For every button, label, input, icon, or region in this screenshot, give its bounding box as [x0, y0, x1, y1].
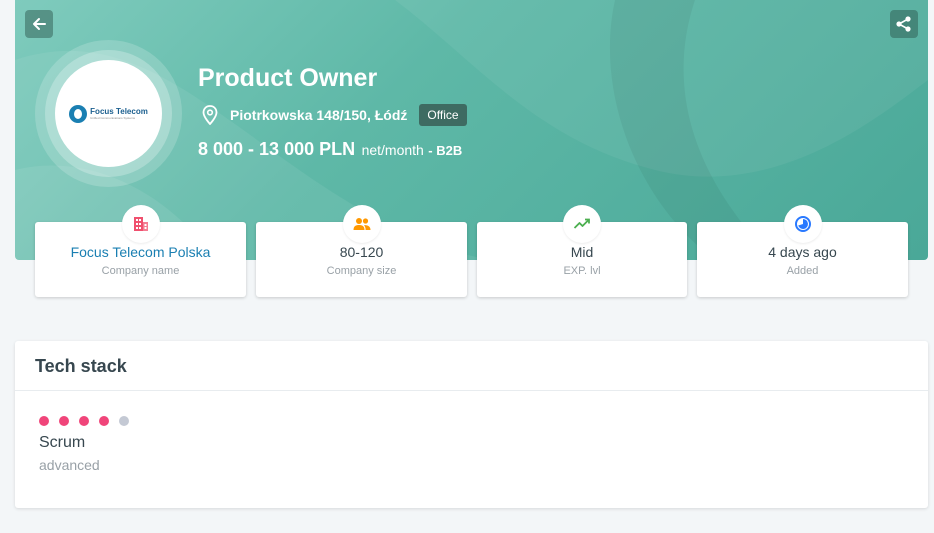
company-size-label: Company size — [326, 265, 397, 277]
rating-dot — [39, 416, 49, 426]
experience-level-value: Mid — [570, 244, 594, 260]
company-logo: Focus Telecom Unified Communications Sys… — [55, 60, 162, 167]
rating-dot — [119, 416, 129, 426]
tech-stack-heading: Tech stack — [15, 341, 928, 391]
logo-company-name: Focus Telecom — [90, 107, 148, 116]
company-name-link[interactable]: Focus Telecom Polska — [35, 244, 246, 260]
company-size-card: 80-120 Company size — [256, 205, 467, 297]
salary-info: 8 000 - 13 000 PLN net/month - B2B — [198, 139, 462, 160]
job-title: Product Owner — [198, 64, 378, 92]
tech-stack-panel: Tech stack Scrum advanced — [15, 341, 928, 508]
rating-dot — [99, 416, 109, 426]
job-address: Piotrkowska 148/150, Łódź — [230, 107, 408, 123]
back-button[interactable] — [25, 10, 53, 38]
trending-up-icon — [573, 218, 590, 229]
rating-dot — [59, 416, 69, 426]
company-name-card: Focus Telecom Polska Company name — [35, 205, 246, 297]
contract-type: - B2B — [428, 143, 463, 158]
share-button[interactable] — [890, 10, 918, 38]
job-location: Piotrkowska 148/150, Łódź Office — [202, 104, 467, 126]
skill-level: advanced — [39, 457, 100, 473]
company-name-label: Company name — [101, 265, 180, 277]
users-icon — [353, 218, 370, 230]
workplace-badge: Office — [419, 104, 467, 126]
clock-icon — [794, 216, 811, 232]
share-icon — [896, 16, 911, 32]
company-size-value: 80-120 — [339, 244, 384, 260]
building-icon — [133, 217, 148, 231]
logo-tagline: Unified Communications Systems — [90, 116, 136, 120]
added-date-value: 4 days ago — [768, 244, 837, 260]
arrow-left-icon — [33, 18, 46, 30]
skill-rating — [39, 416, 129, 426]
skill-item: Scrum advanced — [39, 416, 129, 473]
salary-unit: net/month — [361, 142, 424, 158]
rating-dot — [79, 416, 89, 426]
experience-level-card: Mid EXP. lvl — [477, 205, 687, 297]
experience-level-label: EXP. lvl — [563, 265, 601, 277]
map-pin-icon — [202, 105, 218, 125]
added-date-label: Added — [786, 265, 819, 277]
skill-name: Scrum — [39, 434, 86, 451]
added-date-card: 4 days ago Added — [697, 205, 908, 297]
focus-telecom-logo-mark — [69, 104, 88, 123]
salary-amount: 8 000 - 13 000 PLN — [198, 139, 356, 159]
